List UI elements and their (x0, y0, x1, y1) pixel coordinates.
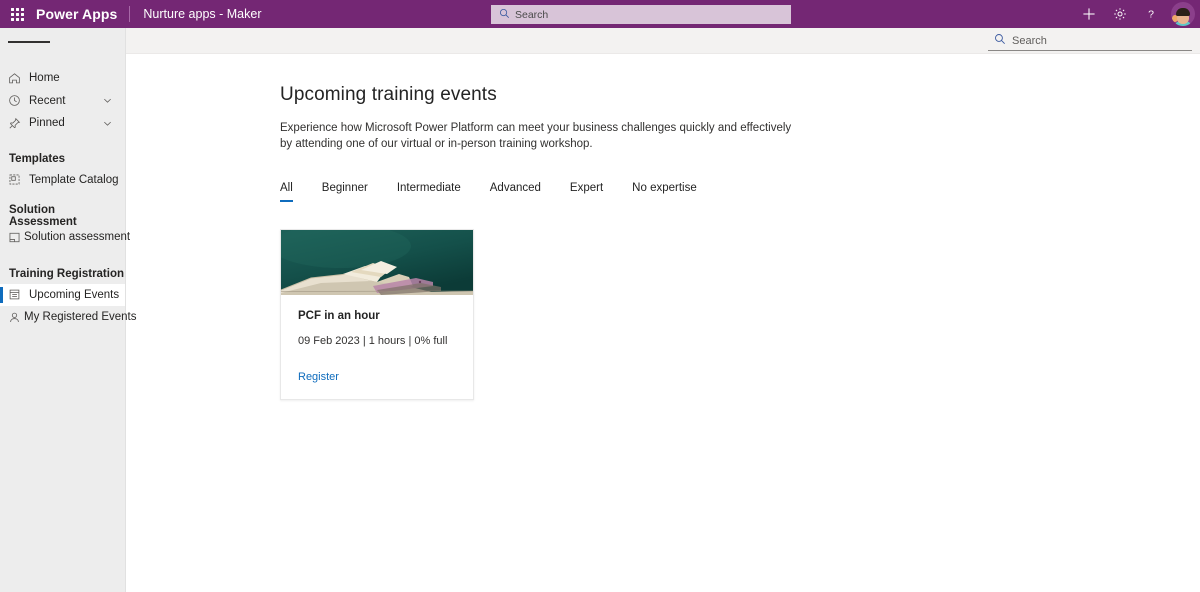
sidebar-item-label: Upcoming Events (29, 288, 120, 301)
plus-icon (1082, 7, 1096, 21)
app-name-label[interactable]: Nurture apps - Maker (130, 7, 261, 21)
person-icon (8, 311, 21, 324)
waffle-menu-button[interactable] (0, 0, 34, 28)
sidebar-item-label: My Registered Events (24, 311, 137, 324)
upcoming-events-icon (8, 288, 26, 301)
app-shell: Home Recent Pinned Templates Template Ca… (0, 28, 1200, 592)
page-body: Upcoming training events Experience how … (126, 54, 1200, 400)
tab-intermediate[interactable]: Intermediate (397, 182, 461, 202)
settings-button[interactable] (1104, 0, 1135, 28)
pin-icon (8, 117, 26, 130)
suite-search-placeholder: Search (515, 8, 549, 21)
register-link[interactable]: Register (298, 371, 339, 383)
template-catalog-icon (8, 173, 26, 186)
add-button[interactable] (1073, 0, 1104, 28)
question-mark-icon: ? (1144, 7, 1158, 21)
hamburger-menu-icon (8, 41, 22, 43)
sidebar-group-solution-assessment: Solution Assessment (9, 204, 77, 228)
clock-icon (8, 94, 26, 107)
brand-power-apps[interactable]: Power Apps (34, 6, 129, 22)
chevron-down-icon[interactable] (102, 118, 113, 129)
sidebar-item-home[interactable]: Home (0, 67, 125, 90)
sidebar-group-templates: Templates (9, 152, 66, 165)
open-book-on-chalkboard-image (281, 230, 473, 295)
search-icon (994, 32, 1006, 50)
tab-expert[interactable]: Expert (570, 182, 603, 202)
tab-all[interactable]: All (280, 182, 293, 202)
user-avatar-button[interactable] (1166, 0, 1200, 28)
event-card-body: PCF in an hour 09 Feb 2023 | 1 hours | 0… (281, 295, 473, 399)
sidebar-item-label: Solution assessment (24, 231, 131, 244)
sidebar-item-label: Recent (29, 94, 66, 107)
search-icon (499, 6, 510, 24)
sidebar-item-solution-assessment[interactable]: Solution assessment (0, 226, 130, 249)
home-icon (8, 72, 26, 85)
help-button[interactable]: ? (1135, 0, 1166, 28)
sidebar-collapse-button[interactable] (0, 28, 125, 56)
sidebar-item-template-catalog[interactable]: Template Catalog (0, 169, 125, 192)
page-search-input[interactable]: Search (988, 31, 1192, 51)
sidebar-item-label: Template Catalog (29, 173, 119, 186)
sidebar-item-pinned[interactable]: Pinned (0, 112, 125, 135)
svg-text:?: ? (1148, 9, 1154, 21)
page-search-placeholder: Search (1012, 34, 1047, 47)
sidebar-item-my-registered-events[interactable]: My Registered Events (0, 306, 137, 329)
event-card[interactable]: PCF in an hour 09 Feb 2023 | 1 hours | 0… (280, 229, 474, 400)
sidebar-item-label: Home (29, 72, 60, 85)
event-card-list: PCF in an hour 09 Feb 2023 | 1 hours | 0… (280, 229, 1200, 400)
main-content: Search Upcoming training events Experien… (126, 28, 1200, 592)
sidebar-group-training-registration: Training Registration (9, 267, 125, 280)
suite-header-bar: Power Apps Nurture apps - Maker Search ? (0, 0, 1200, 28)
command-bar: Search (126, 28, 1200, 54)
chevron-down-icon[interactable] (102, 95, 113, 106)
avatar (1171, 2, 1195, 26)
suite-header-actions: ? (1073, 0, 1200, 28)
expertise-filter-tabs: All Beginner Intermediate Advanced Exper… (280, 182, 1200, 208)
page-description: Experience how Microsoft Power Platform … (280, 122, 792, 150)
sidebar-item-upcoming-events[interactable]: Upcoming Events (0, 283, 125, 306)
tab-advanced[interactable]: Advanced (490, 182, 541, 202)
solution-assessment-icon (8, 231, 21, 244)
event-card-title: PCF in an hour (298, 310, 380, 322)
tab-no-expertise[interactable]: No expertise (632, 182, 697, 202)
page-title: Upcoming training events (280, 84, 497, 105)
gear-icon (1113, 7, 1127, 21)
sidebar-item-label: Pinned (29, 117, 65, 130)
suite-search-input[interactable]: Search (491, 5, 791, 24)
event-card-meta: 09 Feb 2023 | 1 hours | 0% full (298, 335, 448, 347)
waffle-grid-icon (10, 7, 24, 21)
tab-beginner[interactable]: Beginner (322, 182, 368, 202)
sidebar-item-recent[interactable]: Recent (0, 90, 125, 113)
sidebar: Home Recent Pinned Templates Template Ca… (0, 28, 137, 592)
